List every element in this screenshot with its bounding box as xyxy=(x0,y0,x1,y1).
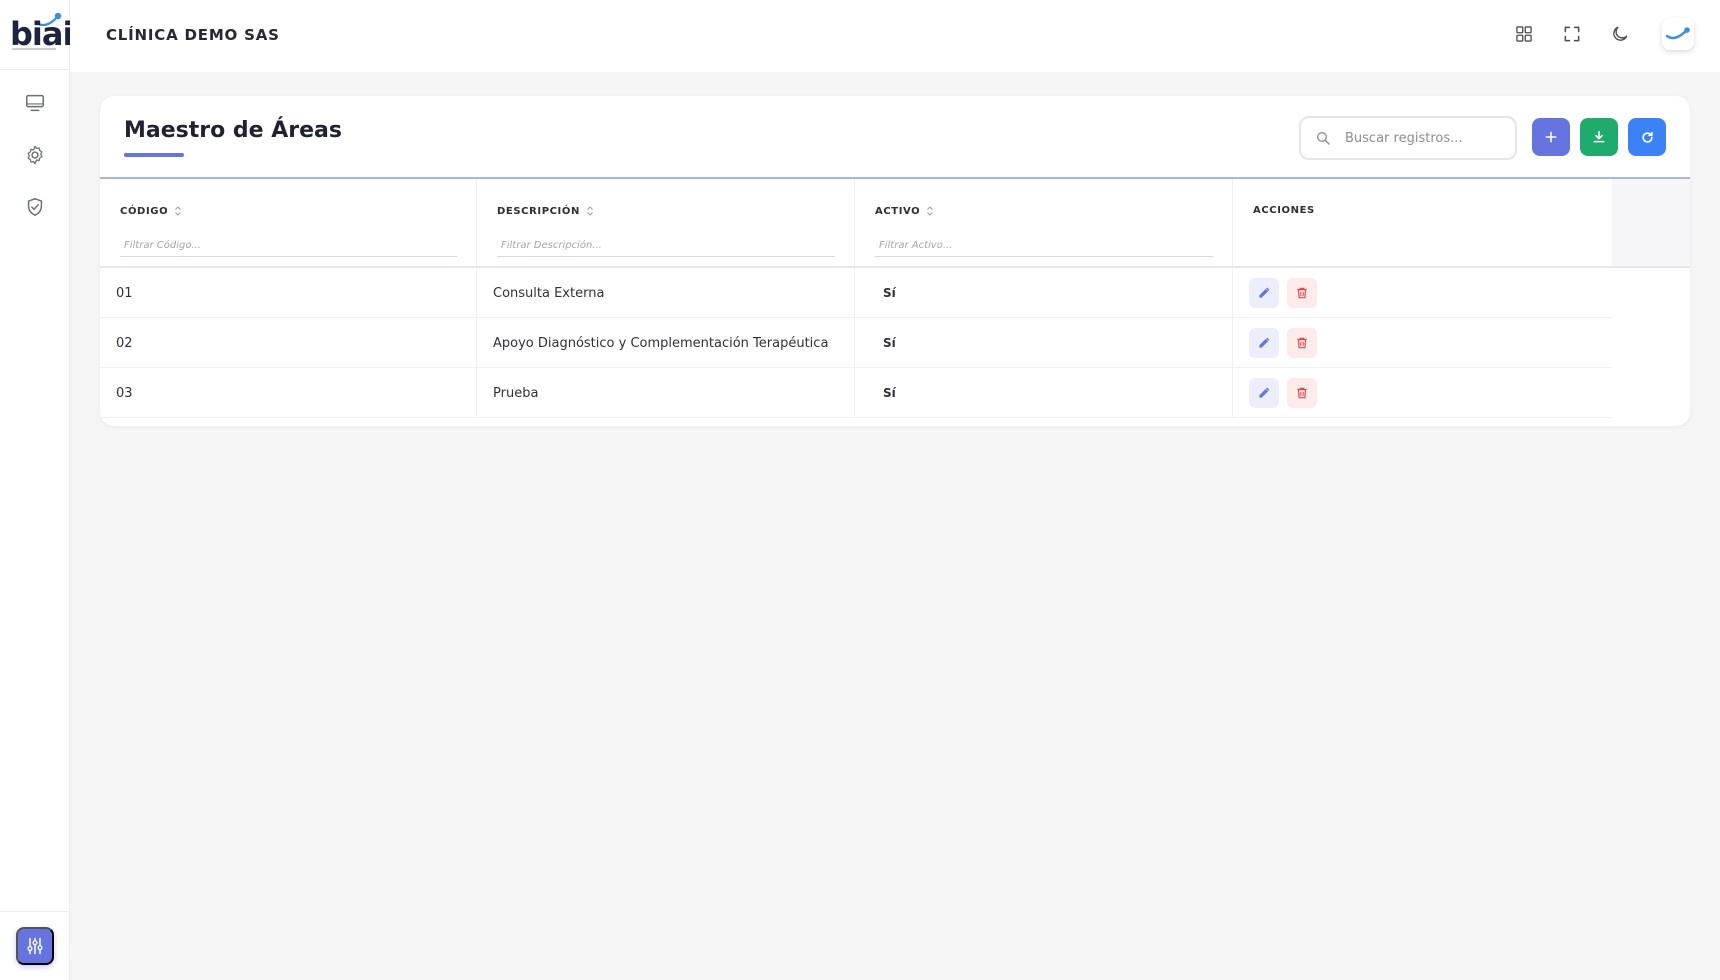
delete-button[interactable] xyxy=(1287,278,1317,308)
fullscreen-icon xyxy=(1564,26,1580,42)
filter-descripcion-wrap xyxy=(497,233,835,257)
column-label: ACCIONES xyxy=(1253,205,1315,216)
search-icon xyxy=(1301,130,1345,146)
sort-codigo[interactable]: CÓDIGO xyxy=(120,205,182,217)
column-label-acciones: ACCIONES xyxy=(1253,205,1315,216)
page-title: Maestro de Áreas xyxy=(124,118,342,143)
areas-card: Maestro de Áreas Buscar registros... CÓD… xyxy=(100,96,1690,426)
delete-button[interactable] xyxy=(1287,328,1317,358)
fullscreen-button[interactable] xyxy=(1558,20,1586,48)
delete-button[interactable] xyxy=(1287,378,1317,408)
sidebar-item-dashboard[interactable] xyxy=(22,90,48,116)
moon-icon xyxy=(1613,26,1628,41)
cell-acciones xyxy=(1233,368,1612,418)
sort-descripcion[interactable]: DESCRIPCIÓN xyxy=(497,205,594,217)
search-box xyxy=(1299,116,1517,160)
filter-codigo-wrap xyxy=(120,233,457,257)
codigo-value: 01 xyxy=(116,285,133,301)
cell-activo: Sí xyxy=(855,368,1233,418)
plus-icon xyxy=(1545,131,1557,143)
column-header-descripcion: DESCRIPCIÓN xyxy=(477,179,855,266)
download-icon xyxy=(1593,130,1605,143)
column-header-activo: ACTIVO xyxy=(855,179,1233,266)
sidebar-divider xyxy=(0,69,70,70)
refresh-button[interactable] xyxy=(1628,118,1666,156)
company-name: CLÍNICA DEMO SAS xyxy=(106,26,280,44)
edit-button[interactable] xyxy=(1249,378,1279,408)
top-header: CLÍNICA DEMO SAS xyxy=(70,0,1720,72)
sliders-icon xyxy=(27,937,43,955)
customizer-button[interactable] xyxy=(16,927,54,965)
edit-button[interactable] xyxy=(1249,328,1279,358)
dark-mode-toggle[interactable] xyxy=(1606,20,1634,48)
cell-descripcion: Consulta Externa xyxy=(477,268,855,318)
cell-codigo: 03 xyxy=(100,368,477,418)
monitor-icon xyxy=(26,94,44,112)
add-button[interactable] xyxy=(1532,118,1570,156)
apps-button[interactable] xyxy=(1510,20,1538,48)
column-header-acciones: ACCIONES xyxy=(1233,179,1612,266)
trash-icon xyxy=(1297,287,1307,299)
descripcion-value: Apoyo Diagnóstico y Complementación Tera… xyxy=(493,335,829,351)
filter-activo-input[interactable] xyxy=(875,234,1213,257)
cell-activo: Sí xyxy=(855,268,1233,318)
trash-icon xyxy=(1297,387,1307,399)
filter-descripcion-input[interactable] xyxy=(497,234,835,257)
column-label: DESCRIPCIÓN xyxy=(497,205,580,217)
pencil-icon xyxy=(1259,387,1270,398)
column-label: CÓDIGO xyxy=(120,205,169,217)
table-row: 03 Prueba Sí xyxy=(100,368,1612,418)
apps-grid-icon xyxy=(1516,26,1532,42)
table-header: CÓDIGO DESCRIPCIÓN ACTIVO xyxy=(100,179,1690,266)
download-button[interactable] xyxy=(1580,118,1618,156)
activo-value: Sí xyxy=(883,386,896,400)
column-label: ACTIVO xyxy=(875,205,921,217)
pencil-icon xyxy=(1259,337,1270,348)
brand-logo[interactable]: biai xyxy=(8,10,73,52)
sidebar-item-security[interactable] xyxy=(22,194,48,220)
sidebar-bottom-divider xyxy=(0,911,70,912)
sort-icon xyxy=(926,205,934,217)
cell-codigo: 02 xyxy=(100,318,477,368)
filter-codigo-input[interactable] xyxy=(120,234,457,257)
cell-codigo: 01 xyxy=(100,268,477,318)
trash-icon xyxy=(1297,337,1307,349)
title-underline xyxy=(124,153,184,157)
table-row: 01 Consulta Externa Sí xyxy=(100,268,1612,318)
logo-text: biai xyxy=(10,15,73,53)
filter-activo-wrap xyxy=(875,233,1213,257)
cell-descripcion: Prueba xyxy=(477,368,855,418)
logo-tagline xyxy=(12,48,56,50)
sidebar: biai xyxy=(0,0,73,980)
gear-icon xyxy=(27,145,43,165)
edit-button[interactable] xyxy=(1249,278,1279,308)
descripcion-value: Prueba xyxy=(493,385,539,401)
sidebar-item-settings[interactable] xyxy=(22,142,48,168)
refresh-icon xyxy=(1641,131,1653,143)
search-input[interactable] xyxy=(1345,130,1505,146)
sort-activo[interactable]: ACTIVO xyxy=(875,205,934,217)
sort-icon xyxy=(586,205,594,217)
table-header-filler xyxy=(1612,179,1690,266)
codigo-value: 03 xyxy=(116,385,133,401)
user-avatar[interactable] xyxy=(1662,18,1694,50)
cell-descripcion: Apoyo Diagnóstico y Complementación Tera… xyxy=(477,318,855,368)
activo-value: Sí xyxy=(883,336,896,350)
cell-acciones xyxy=(1233,318,1612,368)
cell-activo: Sí xyxy=(855,318,1233,368)
pencil-icon xyxy=(1259,287,1270,298)
activo-value: Sí xyxy=(883,286,896,300)
brand-swoosh-icon xyxy=(1665,27,1690,40)
shield-check-icon xyxy=(27,198,43,216)
column-header-codigo: CÓDIGO xyxy=(100,179,477,266)
table-row: 02 Apoyo Diagnóstico y Complementación T… xyxy=(100,318,1612,368)
descripcion-value: Consulta Externa xyxy=(493,285,605,301)
cell-acciones xyxy=(1233,268,1612,318)
sort-icon xyxy=(174,205,182,217)
codigo-value: 02 xyxy=(116,335,133,351)
